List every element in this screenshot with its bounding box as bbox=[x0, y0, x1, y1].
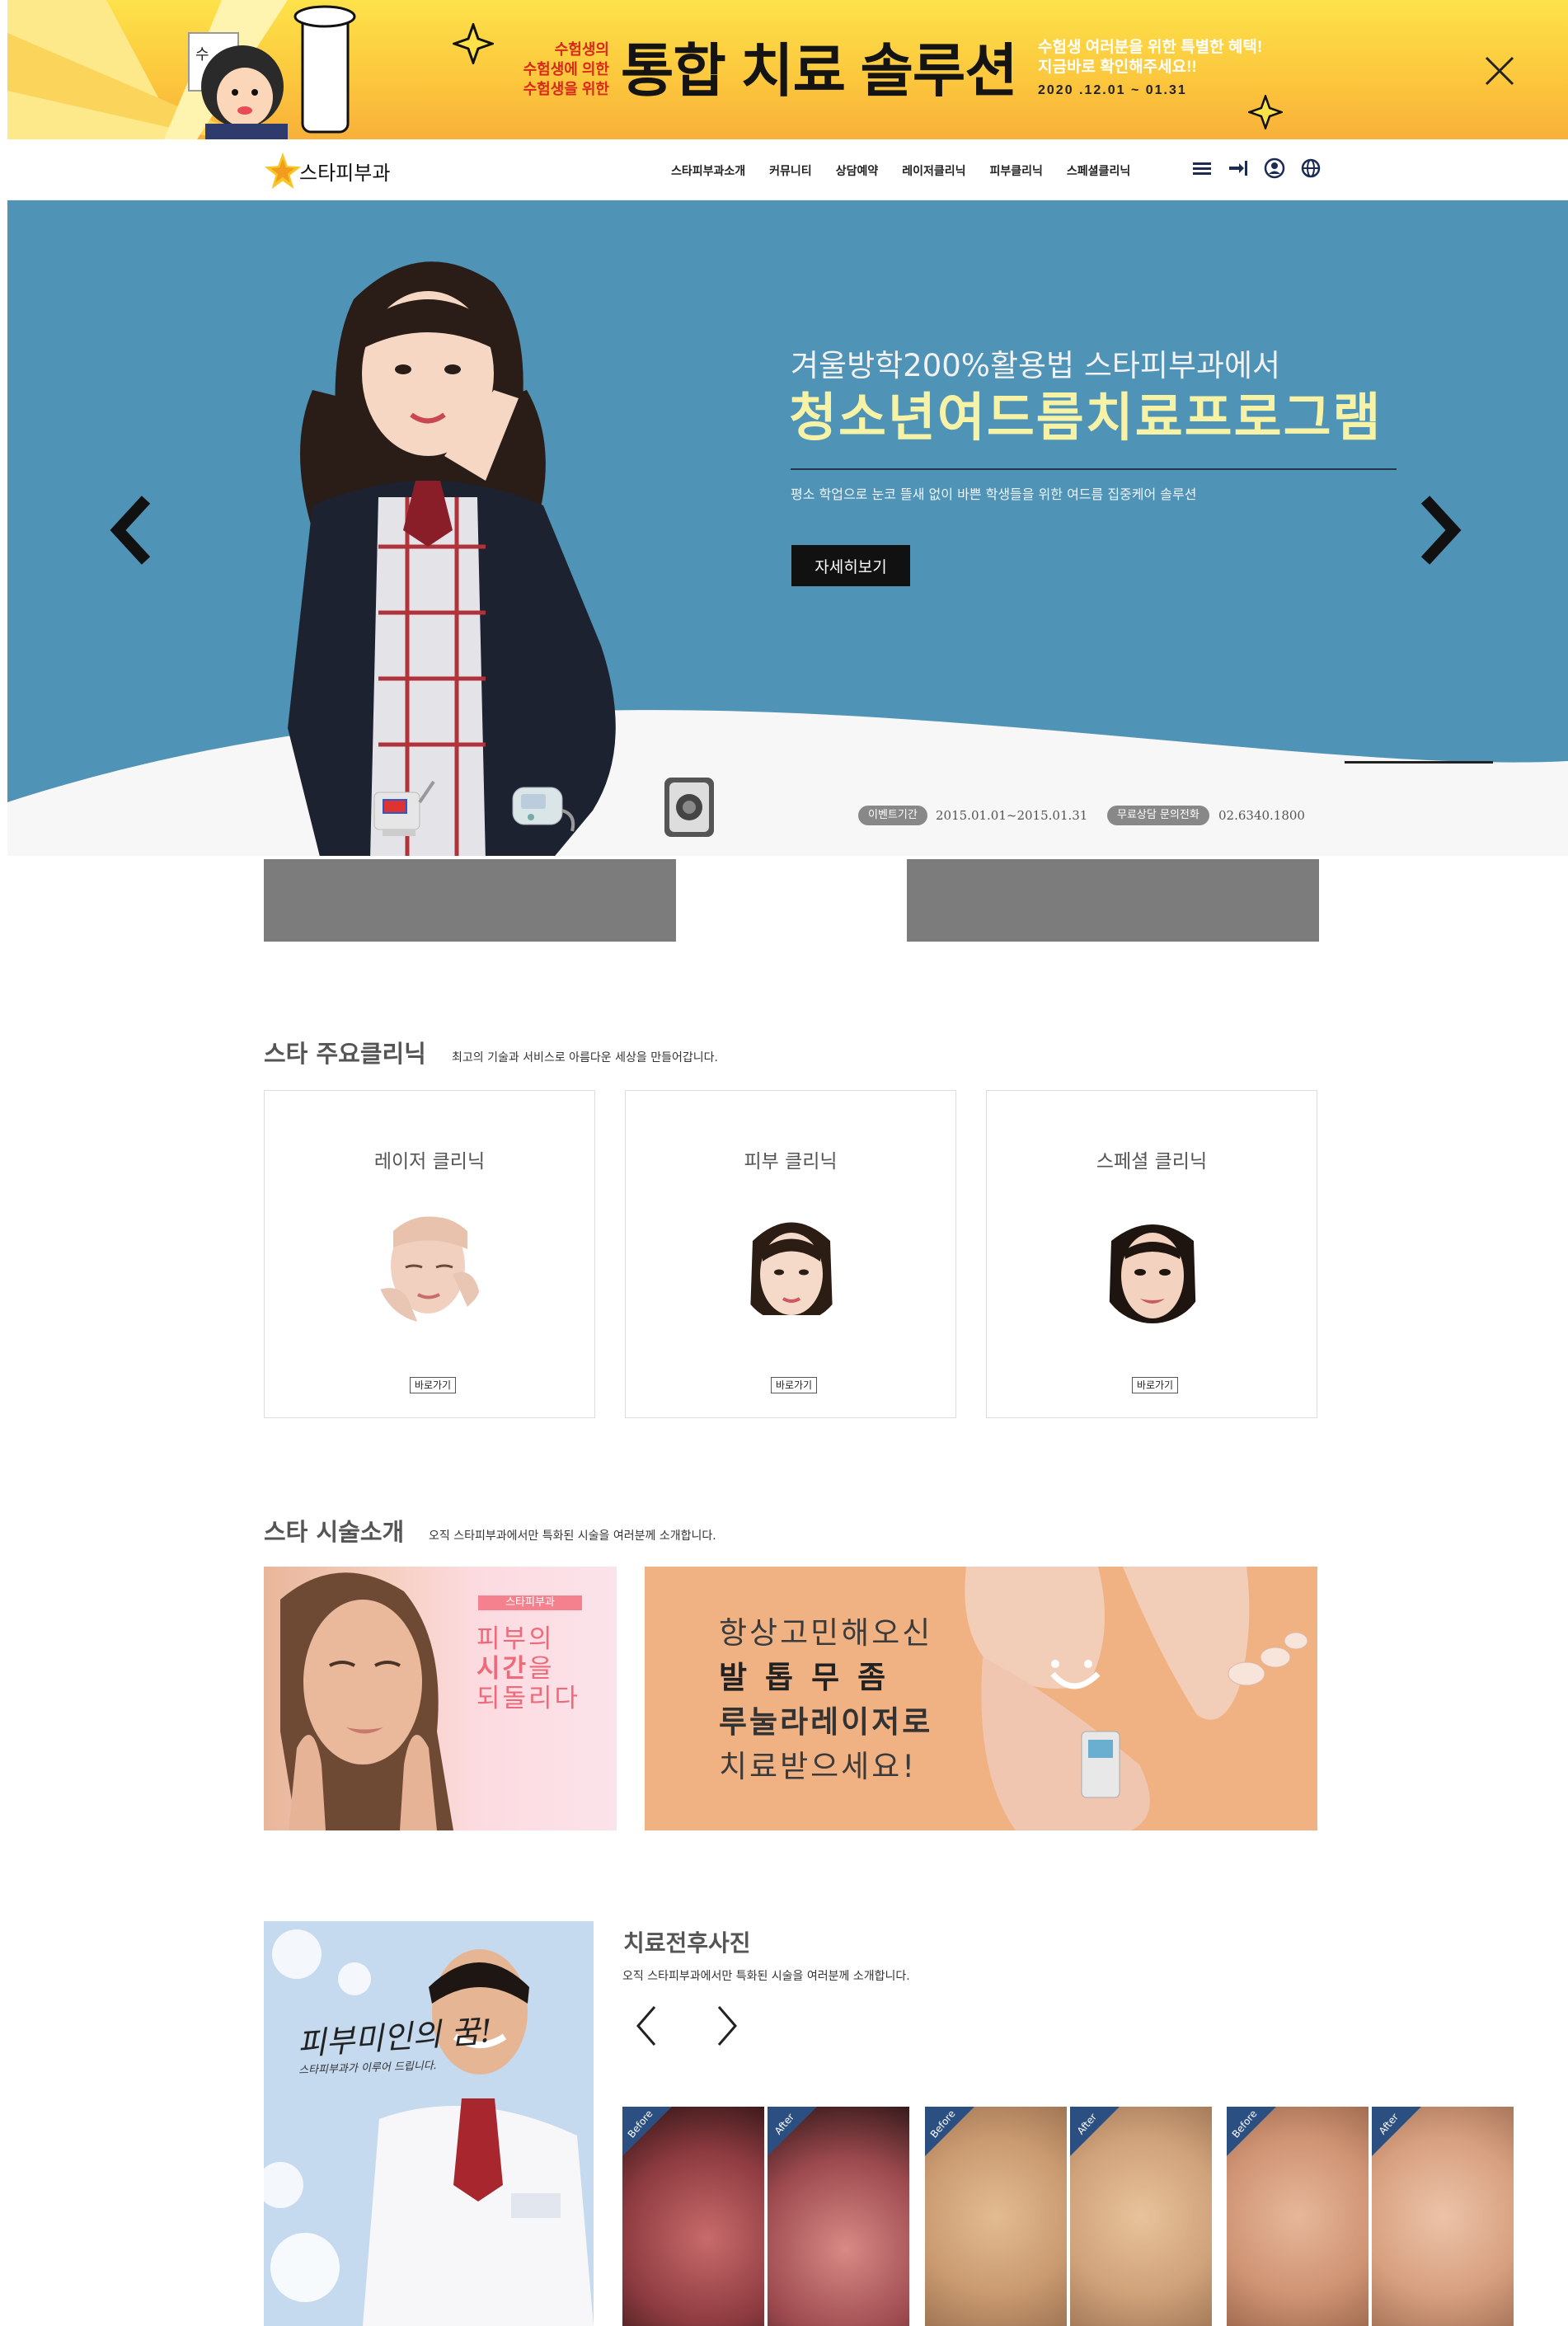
mascot-illustration: 수 bbox=[188, 5, 356, 139]
treatment-line: 발톱무좀 bbox=[719, 1660, 904, 1695]
clinic-card-title: 스페셜 클리닉 bbox=[1096, 1151, 1208, 1172]
nav-item-about[interactable]: 스타피부과소개 bbox=[671, 162, 745, 179]
treatments-subtitle: 오직 스타피부과에서만 특화된 시술을 여러분께 소개합니다. bbox=[429, 1530, 716, 1543]
clinic-go-button[interactable]: 바로가기 bbox=[1132, 1377, 1178, 1393]
promo-benefit-line: 수험생 여러분을 위한 특별한 혜택! bbox=[1038, 39, 1263, 56]
clinics-subtitle: 최고의 기술과 서비스로 아름다운 세상을 만들어갑니다. bbox=[452, 1051, 718, 1064]
clinic-face-image bbox=[377, 1216, 484, 1323]
star-logo-icon bbox=[264, 152, 302, 190]
treatments-title: 스타 시술소개 bbox=[264, 1518, 405, 1546]
promo-banner[interactable]: 수 수험생의 수험생에 의한 수험생을 위한 통합 치료 솔루션 수험생 여러분… bbox=[7, 0, 1568, 139]
hero-wave-decoration bbox=[7, 710, 1568, 856]
hero-more-button[interactable]: 자세히보기 bbox=[791, 545, 910, 586]
clinic-go-button[interactable]: 바로가기 bbox=[771, 1377, 817, 1393]
event-period-badge: 이벤트기간 bbox=[858, 806, 927, 825]
consult-phone-badge: 무료상담 문의전화 bbox=[1107, 806, 1209, 825]
banner-placeholder bbox=[907, 859, 1319, 942]
hero-slider: 겨울방학200%활용법 스타피부과에서 청소년여드름치료프로그램 평소 학업으로… bbox=[7, 200, 1568, 856]
clinic-card-title: 피부 클리닉 bbox=[744, 1151, 838, 1172]
treatment-line: 되돌리다 bbox=[477, 1684, 581, 1713]
before-after-title: 치료전후사진 bbox=[623, 1929, 751, 1957]
logo-text: 스타피부과 bbox=[299, 162, 391, 185]
login-icon[interactable] bbox=[1228, 157, 1249, 179]
promo-date: 2020 .12.01 ~ 01.31 bbox=[1038, 83, 1187, 97]
globe-icon[interactable] bbox=[1300, 157, 1322, 179]
promo-tagline-line: 수험생에 의한 bbox=[523, 61, 609, 78]
slider-prev-icon[interactable] bbox=[106, 493, 156, 567]
scanner-device-icon bbox=[664, 778, 714, 837]
hero-model-image bbox=[288, 261, 616, 856]
sparkle-icon bbox=[453, 23, 494, 64]
hero-description: 평소 학업으로 눈코 뜰새 없이 바쁜 학생들을 위한 여드름 집중케어 솔루션 bbox=[791, 486, 1197, 502]
promo-tagline-line: 수험생의 bbox=[554, 41, 609, 58]
nav-item-skin-clinic[interactable]: 피부클리닉 bbox=[990, 162, 1043, 179]
main-nav: 스타피부과소개 커뮤니티 상담예약 레이저클리닉 피부클리닉 스페셜클리닉 bbox=[671, 162, 1130, 179]
before-after-card[interactable]: Before After bbox=[1227, 2107, 1514, 2326]
menu-icon[interactable] bbox=[1191, 157, 1213, 179]
skin-device-icon bbox=[512, 787, 575, 832]
clinic-card-special[interactable]: 스페셜 클리닉 바로가기 bbox=[986, 1090, 1317, 1418]
hero-divider bbox=[791, 468, 1397, 470]
treatment-line: 항상고민해오신 bbox=[719, 1615, 933, 1651]
before-after-card[interactable]: Before After bbox=[925, 2107, 1212, 2326]
nav-item-special-clinic[interactable]: 스페셜클리닉 bbox=[1067, 162, 1130, 179]
nav-item-laser-clinic[interactable]: 레이저클리닉 bbox=[902, 162, 965, 179]
before-after-card[interactable]: Before After bbox=[622, 2107, 909, 2326]
clinic-card-title: 레이저 클리닉 bbox=[373, 1151, 486, 1172]
gallery-next-icon[interactable] bbox=[711, 2004, 744, 2048]
laser-device-icon bbox=[373, 780, 435, 836]
treatment-tag: 스타피부과 bbox=[478, 1595, 582, 1610]
doctor-image bbox=[264, 1929, 594, 2326]
banner-placeholder bbox=[264, 859, 676, 942]
site-logo[interactable]: 스타피부과 bbox=[263, 151, 390, 190]
utility-menu bbox=[1191, 157, 1322, 179]
site-header: 스타피부과 스타피부과소개 커뮤니티 상담예약 레이저클리닉 피부클리닉 스페셜… bbox=[7, 139, 1568, 200]
before-after-subtitle: 오직 스타피부과에서만 특화된 시술을 여러분께 소개합니다. bbox=[622, 1970, 910, 1983]
clinic-card-skin[interactable]: 피부 클리닉 바로가기 bbox=[625, 1090, 956, 1418]
treatment-banner-antiaging[interactable]: 스타피부과 피부의 시간을 되돌리다 bbox=[264, 1567, 617, 1830]
close-icon[interactable] bbox=[1483, 54, 1516, 87]
clinics-title: 스타 주요클리닉 bbox=[264, 1040, 426, 1068]
slider-progress-bar bbox=[1345, 761, 1493, 764]
clinic-face-image bbox=[1099, 1216, 1206, 1323]
hero-headline: 청소년여드름치료프로그램 bbox=[789, 388, 1383, 448]
nav-item-reservation[interactable]: 상담예약 bbox=[836, 162, 879, 179]
user-icon[interactable] bbox=[1264, 157, 1285, 179]
slider-next-icon[interactable] bbox=[1415, 493, 1465, 567]
gallery-prev-icon[interactable] bbox=[630, 2004, 663, 2048]
promo-tagline: 수험생의 수험생에 의한 수험생을 위한 bbox=[510, 40, 609, 99]
treatment-line: 루눌라레이저로 bbox=[719, 1704, 933, 1740]
beauty-model-image bbox=[280, 1572, 453, 1830]
clinic-face-image bbox=[738, 1216, 845, 1323]
promo-title: 통합 치료 솔루션 bbox=[621, 39, 1018, 103]
consult-phone-value: 02.6340.1800 bbox=[1218, 808, 1305, 823]
clinic-card-laser[interactable]: 레이저 클리닉 바로가기 bbox=[264, 1090, 595, 1418]
clinic-go-button[interactable]: 바로가기 bbox=[410, 1377, 456, 1393]
promo-benefit-line: 지금바로 확인해주세요!! bbox=[1038, 59, 1197, 76]
nav-item-community[interactable]: 커뮤니티 bbox=[769, 162, 812, 179]
svg-text:수: 수 bbox=[195, 46, 209, 63]
doctor-banner[interactable]: 피부미인의 꿈! 스타피부과가 이루어 드립니다. bbox=[264, 1921, 594, 2326]
treatment-banner-nail-fungus[interactable]: 항상고민해오신 발톱무좀 루눌라레이저로 치료받으세요! bbox=[645, 1567, 1317, 1830]
promo-tagline-line: 수험생을 위한 bbox=[523, 81, 609, 97]
event-period-value: 2015.01.01~2015.01.31 bbox=[936, 808, 1088, 823]
promo-benefit: 수험생 여러분을 위한 특별한 혜택! 지금바로 확인해주세요!! 2020 .… bbox=[1038, 38, 1262, 101]
treatment-line: 치료받으세요! bbox=[719, 1749, 918, 1784]
feet-image bbox=[965, 1567, 1308, 1830]
